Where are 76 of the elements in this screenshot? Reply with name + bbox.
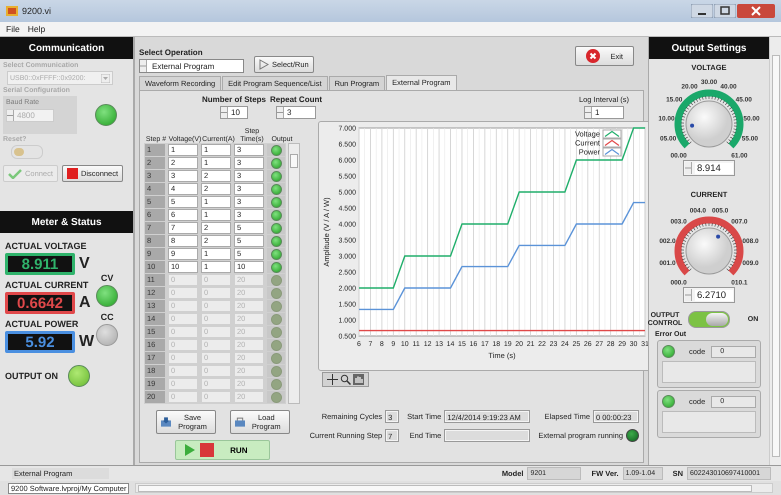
- reading-display: 0.6642: [5, 292, 75, 314]
- stop-icon: [200, 443, 214, 457]
- window-scrollbar[interactable]: [769, 37, 781, 465]
- knob[interactable]: [686, 228, 732, 274]
- value-field[interactable]: 8.914: [683, 160, 735, 176]
- output-led[interactable]: [270, 210, 282, 220]
- output-led[interactable]: [270, 392, 282, 402]
- run-button[interactable]: RUN: [175, 440, 270, 460]
- mode-label: CC: [100, 312, 114, 322]
- steps-field[interactable]: 10: [220, 106, 248, 119]
- play-icon: [184, 443, 196, 457]
- output-led[interactable]: [270, 314, 282, 324]
- output-led[interactable]: [270, 236, 282, 246]
- output-led[interactable]: [270, 144, 282, 156]
- unit-label: W: [79, 333, 94, 351]
- output-led[interactable]: [270, 378, 282, 390]
- minimize-icon[interactable]: [691, 4, 713, 18]
- close-icon[interactable]: [737, 4, 775, 18]
- app-icon: [6, 6, 18, 16]
- unit-label: V: [79, 255, 90, 273]
- log-interval-field[interactable]: 1: [584, 106, 624, 119]
- reading-display: 5.92: [5, 331, 75, 353]
- output-label: OUTPUT ON: [5, 371, 58, 381]
- download-tray-icon: [161, 416, 172, 428]
- menu-item[interactable]: Help: [28, 24, 46, 34]
- output-led[interactable]: [270, 340, 282, 350]
- field-label: Repeat Count: [270, 95, 322, 104]
- knob[interactable]: [686, 100, 732, 148]
- output-control-switch[interactable]: [688, 311, 730, 328]
- horizontal-scrollbar[interactable]: [135, 483, 773, 493]
- reading-label: ACTUAL POWER: [5, 319, 78, 329]
- reading-label: ACTUAL VOLTAGE: [5, 241, 86, 251]
- reset-toggle[interactable]: [11, 145, 43, 159]
- output-led[interactable]: [270, 262, 282, 272]
- value-field[interactable]: 6.2710: [683, 287, 735, 303]
- legend-line-icon: [602, 138, 622, 148]
- output-led[interactable]: [270, 248, 282, 260]
- mode-label: CV: [100, 273, 114, 283]
- output-led[interactable]: [270, 326, 282, 338]
- output-led[interactable]: [270, 300, 282, 312]
- folder-tray-icon: [234, 416, 245, 428]
- zoom-icon[interactable]: [340, 374, 351, 385]
- play-outline-icon: [259, 59, 269, 70]
- reading-label: ACTUAL CURRENT: [5, 280, 88, 290]
- output-led[interactable]: [270, 366, 282, 376]
- section-header: Communication: [0, 37, 133, 59]
- maximize-icon[interactable]: [714, 4, 736, 18]
- reading-display: 8.911: [5, 253, 75, 275]
- output-led[interactable]: [270, 288, 282, 298]
- legend-line-icon: [602, 148, 622, 156]
- unit-label: A: [79, 294, 91, 312]
- stop-square-icon: [66, 168, 78, 179]
- output-led[interactable]: [270, 274, 282, 286]
- source-field[interactable]: [662, 361, 756, 383]
- output-led[interactable]: [270, 184, 282, 194]
- section-header: Meter & Status: [0, 211, 133, 233]
- section-header: Output Settings: [649, 37, 769, 59]
- dial-tick-marks: [680, 222, 738, 272]
- dropdown-arrow-icon: [101, 74, 110, 82]
- repeat-count-field[interactable]: 3: [276, 106, 316, 119]
- menu-item[interactable]: File: [6, 24, 20, 34]
- table-scrollbar[interactable]: [288, 143, 300, 404]
- crosshair-icon[interactable]: [327, 374, 338, 385]
- dial-tick-marks: [680, 96, 738, 144]
- output-led[interactable]: [270, 352, 282, 364]
- field-label: Number of Steps: [202, 95, 266, 104]
- field-label: Select Operation: [139, 48, 204, 57]
- source-field[interactable]: [662, 411, 756, 433]
- output-led[interactable]: [270, 222, 282, 234]
- output-led[interactable]: [270, 196, 282, 208]
- check-icon: [8, 168, 22, 178]
- operation-selector[interactable]: External Program: [139, 59, 244, 73]
- window-title: 9200.vi: [22, 6, 52, 16]
- close-circle-icon: [586, 49, 600, 63]
- output-led[interactable]: [270, 170, 282, 182]
- output-led[interactable]: [270, 158, 282, 168]
